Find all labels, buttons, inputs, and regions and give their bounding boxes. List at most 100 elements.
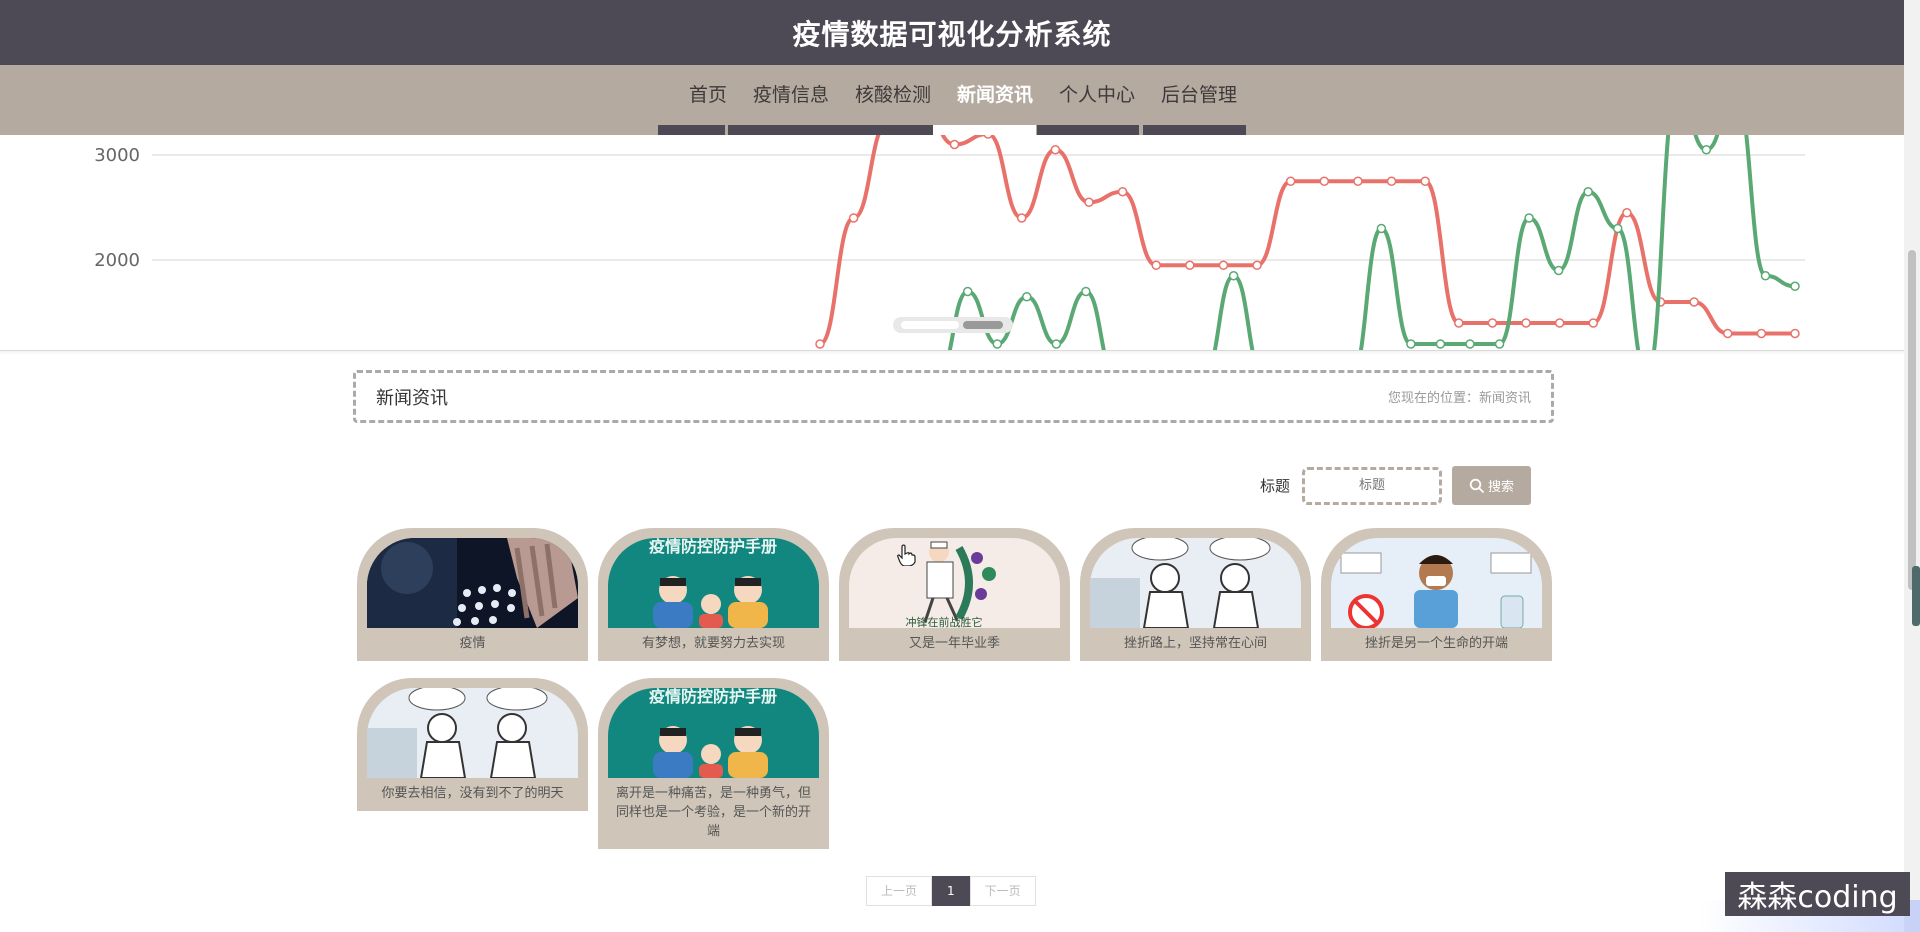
chart-point[interactable] (1583, 187, 1593, 197)
news-card[interactable]: 挫折路上，坚持常在心间 (1080, 528, 1311, 661)
news-card[interactable]: 疫情防控防护手册 离开是一种痛苦，是一种勇气，但同样也是一个考验，是一个新的开端 (598, 678, 829, 849)
chart-point[interactable] (1723, 328, 1733, 339)
news-caption: 挫折是另一个生命的开端 (1364, 636, 1508, 651)
chart-point[interactable] (1386, 176, 1397, 186)
news-caption: 你要去相信，没有到不了的明天 (381, 786, 564, 801)
nav-tab-underlines (0, 125, 1904, 135)
chart-point[interactable] (1151, 260, 1161, 270)
chart-point[interactable] (815, 339, 825, 349)
chart-point[interactable] (1050, 145, 1061, 155)
next-page-button[interactable]: 下一页 (969, 876, 1036, 906)
breadcrumb: 新闻资讯 您现在的位置：新闻资讯 (353, 370, 1554, 423)
chart-point[interactable] (1524, 213, 1534, 223)
chart-point[interactable] (1319, 176, 1330, 186)
chart-point[interactable] (1016, 213, 1027, 223)
news-thumbnail (1090, 538, 1301, 628)
chart-point[interactable] (1185, 260, 1195, 270)
news-card[interactable]: 你要去相信，没有到不了的明天 (357, 678, 588, 811)
hand-cursor-icon (897, 544, 916, 566)
chart-point[interactable] (1252, 260, 1262, 270)
chart-point[interactable] (1701, 145, 1712, 155)
chart-point[interactable] (1454, 318, 1464, 328)
prev-page-button[interactable]: 上一页 (866, 876, 933, 906)
chart-point[interactable] (1554, 318, 1565, 328)
chart-point[interactable] (1081, 286, 1091, 297)
news-thumbnail: 疫情防控防护手册 (608, 688, 819, 778)
page-scrollbar[interactable] (1904, 0, 1920, 932)
chart-point[interactable] (1051, 339, 1062, 349)
doctor-virus-image: 冲锋在前战胜它 (849, 538, 1060, 628)
chart-point[interactable] (1487, 318, 1498, 328)
chart-point[interactable] (1465, 339, 1475, 349)
carousel-indicator[interactable] (893, 315, 1013, 335)
search-label: 标题 (1260, 477, 1291, 495)
page: 疫情数据可视化分析系统 首页 疫情信息 核酸检测 新闻资讯 个人中心 后台管理 … (0, 0, 1920, 932)
chart-point[interactable] (1553, 265, 1564, 276)
nav-item-admin[interactable]: 后台管理 (1148, 65, 1250, 125)
chart-point[interactable] (1521, 318, 1531, 328)
page-number-current[interactable]: 1 (932, 876, 970, 906)
news-caption: 又是一年毕业季 (908, 636, 1000, 651)
chart-point[interactable] (1084, 197, 1094, 207)
news-card[interactable]: 疫情防控防护手册 有梦想，就要努力去实现 (598, 528, 829, 661)
carousel-dot-2[interactable] (963, 321, 1003, 329)
news-card[interactable]: 冲锋在前战胜它 又是一年毕业季 (839, 528, 1070, 661)
poster-text: 冲锋在前战胜它 (906, 615, 983, 628)
chart-point[interactable] (1376, 223, 1387, 234)
chart-point[interactable] (1285, 176, 1296, 186)
chart-point[interactable] (1790, 328, 1800, 339)
nav-item-home[interactable]: 首页 (676, 65, 740, 125)
chart-point[interactable] (1494, 339, 1505, 349)
carousel-dot-1[interactable] (901, 321, 959, 329)
comic-mask-image (1090, 538, 1301, 628)
chart-point[interactable] (1622, 208, 1632, 218)
app-header: 疫情数据可视化分析系统 (0, 0, 1904, 65)
chart-series-line (819, 135, 1795, 346)
chart-point[interactable] (848, 213, 859, 223)
comic-mask-image (367, 688, 578, 778)
scrollbar-thumb[interactable] (1908, 250, 1916, 590)
y-tick-label: 3000 (94, 145, 140, 166)
chart-point[interactable] (962, 286, 973, 297)
chart-point[interactable] (1689, 297, 1699, 307)
chart-point[interactable] (1756, 328, 1767, 339)
pagination: 上一页 1 下一页 (866, 876, 1036, 906)
news-thumbnail (367, 688, 578, 778)
chart-point[interactable] (1228, 271, 1239, 281)
nav-item-epidemic-info[interactable]: 疫情信息 (740, 65, 842, 125)
chart-point[interactable] (1790, 281, 1800, 291)
nav-item-news[interactable]: 新闻资讯 (944, 65, 1046, 125)
news-card[interactable]: 挫折是另一个生命的开端 (1321, 528, 1552, 661)
breadcrumb-position: 您现在的位置：新闻资讯 (1387, 391, 1531, 406)
man-mask-image (1331, 538, 1542, 628)
chart-point[interactable] (1406, 339, 1416, 349)
nav-item-personal-center[interactable]: 个人中心 (1046, 65, 1148, 125)
nav-underline-news (933, 125, 1036, 135)
y-tick-label: 2000 (94, 250, 140, 271)
news-thumbnail (1331, 538, 1542, 628)
chart-point[interactable] (983, 135, 993, 139)
chart-point[interactable] (1022, 292, 1032, 302)
news-thumbnail (367, 538, 578, 628)
chart-point[interactable] (1353, 176, 1363, 186)
page-title: 新闻资讯 (376, 387, 448, 409)
chart-point[interactable] (1420, 176, 1430, 186)
news-card[interactable]: 疫情 (357, 528, 588, 661)
chart-point[interactable] (1760, 271, 1771, 281)
chart-banner: 3000 2000 (0, 135, 1904, 351)
side-widget-tab[interactable] (1912, 566, 1920, 626)
chart-point[interactable] (1117, 187, 1128, 197)
news-caption: 疫情 (459, 636, 486, 651)
chart-point[interactable] (1588, 318, 1599, 328)
chart-point[interactable] (949, 139, 960, 150)
chart-point[interactable] (1218, 260, 1229, 270)
nav-underline-home (658, 125, 725, 135)
search-button[interactable]: 搜索 (1452, 466, 1532, 505)
chart-point[interactable] (1435, 339, 1446, 349)
poster-text: 疫情防控防护手册 (649, 538, 777, 556)
watermark: 森森coding (1725, 872, 1910, 916)
nav-item-nucleic-test[interactable]: 核酸检测 (842, 65, 944, 125)
chart-point[interactable] (1612, 223, 1623, 234)
title-search-input[interactable] (1302, 466, 1443, 505)
chart-point[interactable] (992, 339, 1003, 349)
